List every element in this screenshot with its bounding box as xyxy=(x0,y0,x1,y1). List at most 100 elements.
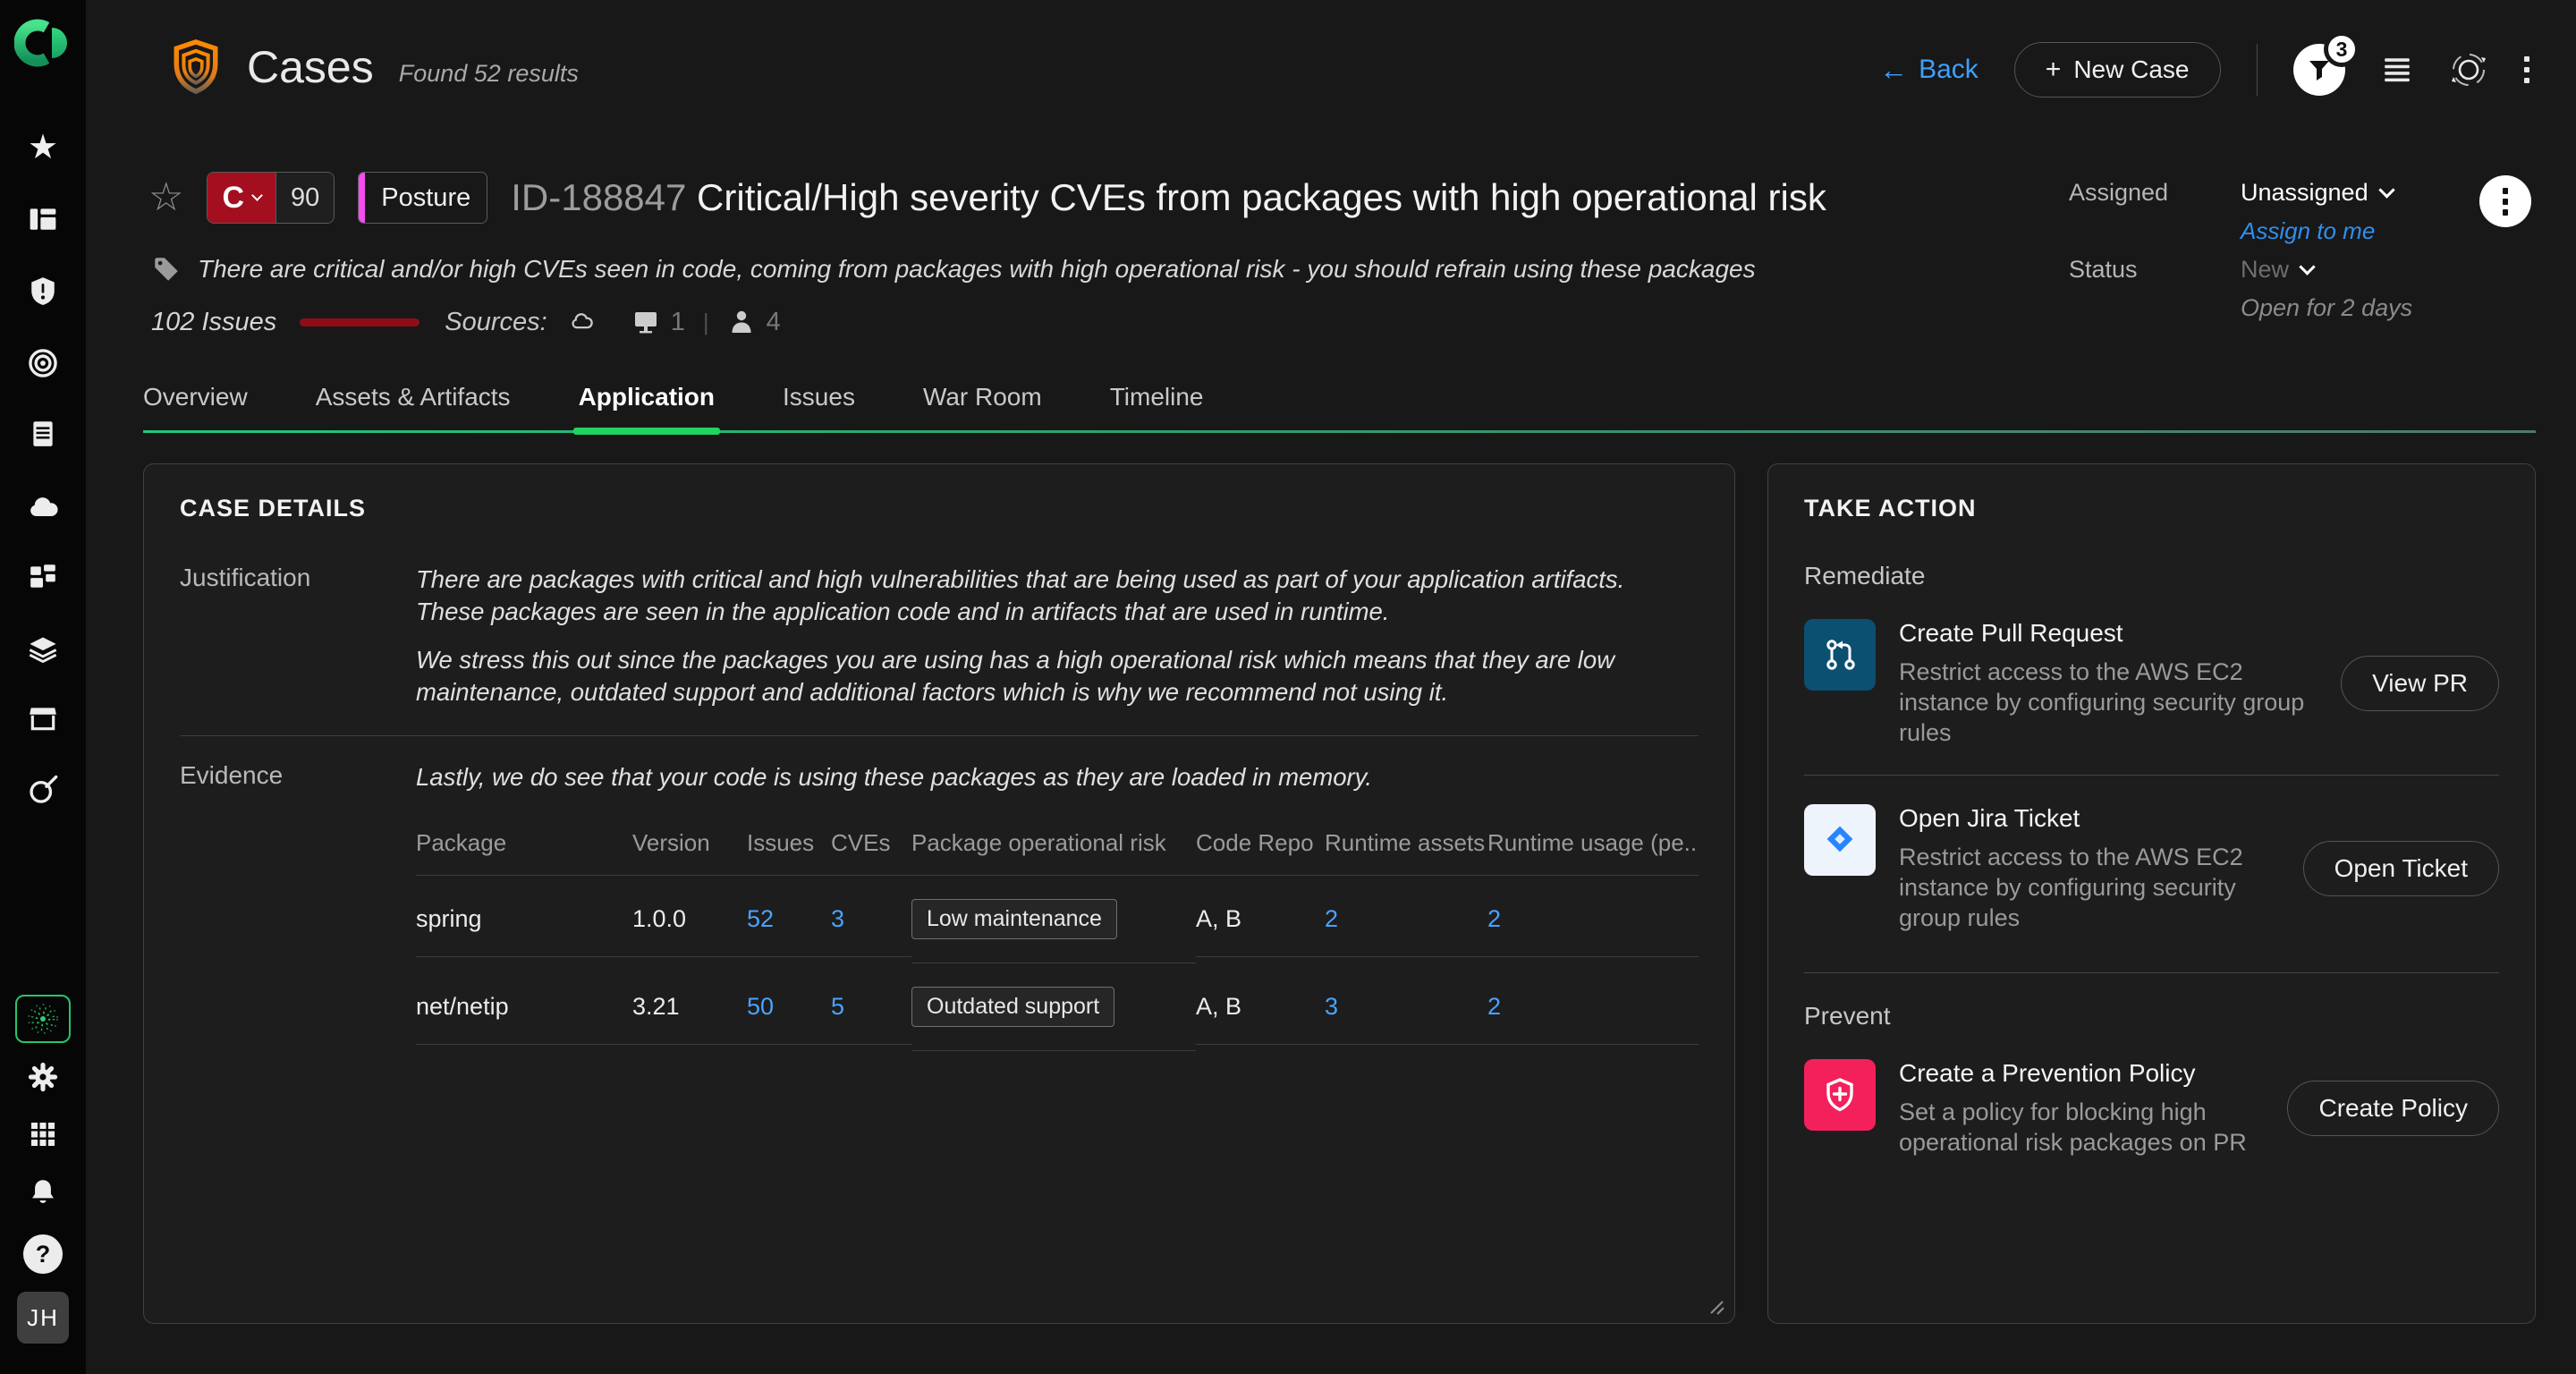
action-title: Open Jira Ticket xyxy=(1899,804,2280,833)
action-description: Restrict access to the AWS EC2 instance … xyxy=(1899,842,2275,933)
sidebar-item-risks[interactable] xyxy=(0,276,86,306)
apps-grid-icon xyxy=(29,1120,57,1149)
new-case-button[interactable]: + New Case xyxy=(2014,42,2221,98)
sidebar-item-layers[interactable] xyxy=(0,633,86,666)
cell-package: spring xyxy=(416,882,632,957)
shield-plus-icon xyxy=(1820,1075,1860,1115)
sidebar-item-help[interactable]: ? xyxy=(0,1234,86,1274)
posture-text: Posture xyxy=(381,183,470,213)
issues-link[interactable]: 52 xyxy=(747,905,774,932)
sources-separator: | xyxy=(703,309,709,336)
cloud-source-icon[interactable] xyxy=(569,310,594,335)
column-header[interactable]: Version xyxy=(632,829,747,876)
sidebar-item-notifications[interactable] xyxy=(0,1177,86,1208)
favorite-star-icon[interactable]: ☆ xyxy=(148,178,183,217)
help-icon: ? xyxy=(23,1234,63,1274)
jira-tile xyxy=(1804,804,1876,876)
assign-to-me-link[interactable]: Assign to me xyxy=(2241,217,2412,245)
cves-link[interactable]: 5 xyxy=(831,993,844,1020)
content-panels: CASE DETAILS Justification There are pac… xyxy=(143,463,2536,1324)
column-header[interactable]: Runtime assets xyxy=(1325,829,1487,876)
severity-score: 90 xyxy=(275,173,334,223)
new-case-label: New Case xyxy=(2073,55,2189,84)
pull-request-tile xyxy=(1804,619,1876,691)
notifications-bell-icon xyxy=(28,1177,58,1208)
runtime-assets-link[interactable]: 2 xyxy=(1325,905,1338,932)
cell-issues: 50 xyxy=(747,970,831,1045)
tab-overview[interactable]: Overview xyxy=(143,383,248,435)
sidebar-item-widgets[interactable] xyxy=(0,562,86,592)
action-title: Create Pull Request xyxy=(1899,619,2318,648)
column-header[interactable]: CVEs xyxy=(831,829,911,876)
cell-runtime-assets: 3 xyxy=(1325,970,1487,1045)
evidence-content: Lastly, we do see that your code is usin… xyxy=(416,761,1699,1051)
evidence-section: Evidence Lastly, we do see that your cod… xyxy=(180,761,1699,1051)
case-details-title: CASE DETAILS xyxy=(180,495,1699,522)
monitor-source-icon[interactable] xyxy=(631,308,660,336)
topbar-actions: ← Back + New Case 3 xyxy=(1879,41,2529,98)
section-divider xyxy=(180,735,1699,736)
column-header[interactable]: Code Repo xyxy=(1196,829,1325,876)
sidebar-item-explore[interactable] xyxy=(0,773,86,805)
sidebar-item-cloud[interactable] xyxy=(0,492,86,524)
user-avatar[interactable]: JH xyxy=(0,1292,86,1344)
sidebar-item-targets[interactable] xyxy=(0,347,86,379)
list-view-icon[interactable] xyxy=(2381,55,2413,85)
action-create-policy: Create a Prevention Policy Set a policy … xyxy=(1804,1059,2499,1158)
assigned-dropdown[interactable]: Unassigned xyxy=(2241,179,2412,207)
prevention-tile xyxy=(1804,1059,1876,1131)
sidebar-item-apps[interactable] xyxy=(0,1120,86,1149)
status-dropdown[interactable]: New xyxy=(2241,256,2412,284)
app-logo-icon[interactable] xyxy=(0,14,86,72)
column-header[interactable]: Package operational risk xyxy=(911,829,1196,876)
create-policy-button[interactable]: Create Policy xyxy=(2287,1081,2499,1136)
tab-timeline[interactable]: Timeline xyxy=(1110,383,1204,435)
tab-issues[interactable]: Issues xyxy=(783,383,855,435)
column-header[interactable]: Issues xyxy=(747,829,831,876)
shield-alert-icon xyxy=(28,276,58,306)
sidebar-item-favorites[interactable]: ★ xyxy=(0,131,86,165)
risk-badge: Outdated support xyxy=(911,987,1114,1027)
filter-button[interactable]: 3 xyxy=(2293,44,2345,96)
case-more-options-button[interactable] xyxy=(2479,175,2531,227)
chevron-down-icon xyxy=(2378,182,2394,198)
sidebar-item-inventory[interactable] xyxy=(0,419,86,449)
person-source-icon[interactable] xyxy=(727,308,756,336)
cell-package: net/netip xyxy=(416,970,632,1045)
issues-count[interactable]: 102 Issues xyxy=(151,308,276,337)
open-ticket-button[interactable]: Open Ticket xyxy=(2303,841,2499,896)
widgets-icon xyxy=(28,562,58,592)
cell-runtime-usage: 2 xyxy=(1487,970,1699,1045)
tab-war-room[interactable]: War Room xyxy=(923,383,1042,435)
column-header[interactable]: Package xyxy=(416,829,632,876)
more-options-button[interactable] xyxy=(2524,56,2529,83)
sidebar-item-dashboard[interactable] xyxy=(0,204,86,234)
prevent-label: Prevent xyxy=(1804,1002,2499,1030)
cves-link[interactable]: 3 xyxy=(831,905,844,932)
ai-assistant-button[interactable] xyxy=(0,995,86,1043)
view-pr-button[interactable]: View PR xyxy=(2341,656,2499,711)
severity-dropdown[interactable]: C xyxy=(208,173,275,223)
runtime-assets-link[interactable]: 3 xyxy=(1325,993,1338,1020)
runtime-usage-link[interactable]: 2 xyxy=(1487,905,1501,932)
justification-text: There are packages with critical and hig… xyxy=(416,564,1699,708)
resize-handle[interactable] xyxy=(1707,1298,1725,1316)
ai-box xyxy=(15,995,71,1043)
sidebar-item-marketplace[interactable] xyxy=(0,703,86,734)
case-stats-row: 102 Issues Sources: 1 | 4 xyxy=(151,304,781,340)
sidebar-item-settings[interactable] xyxy=(0,1061,86,1093)
runtime-usage-link[interactable]: 2 xyxy=(1487,993,1501,1020)
issues-link[interactable]: 50 xyxy=(747,993,774,1020)
case-tabs: Overview Assets & Artifacts Application … xyxy=(143,383,2536,435)
case-description-row: There are critical and/or high CVEs seen… xyxy=(151,254,1756,284)
column-header[interactable]: Runtime usage (pe... xyxy=(1487,829,1699,876)
sync-icon[interactable] xyxy=(2449,50,2488,89)
back-button[interactable]: ← Back xyxy=(1879,55,1979,85)
sidebar: ★ xyxy=(0,0,86,1374)
action-divider xyxy=(1804,775,2499,776)
action-create-pr: Create Pull Request Restrict access to t… xyxy=(1804,619,2499,748)
case-type-badge: Posture xyxy=(358,172,487,224)
tab-assets-artifacts[interactable]: Assets & Artifacts xyxy=(316,383,511,435)
cell-cves: 3 xyxy=(831,882,911,957)
tab-application[interactable]: Application xyxy=(579,383,715,435)
